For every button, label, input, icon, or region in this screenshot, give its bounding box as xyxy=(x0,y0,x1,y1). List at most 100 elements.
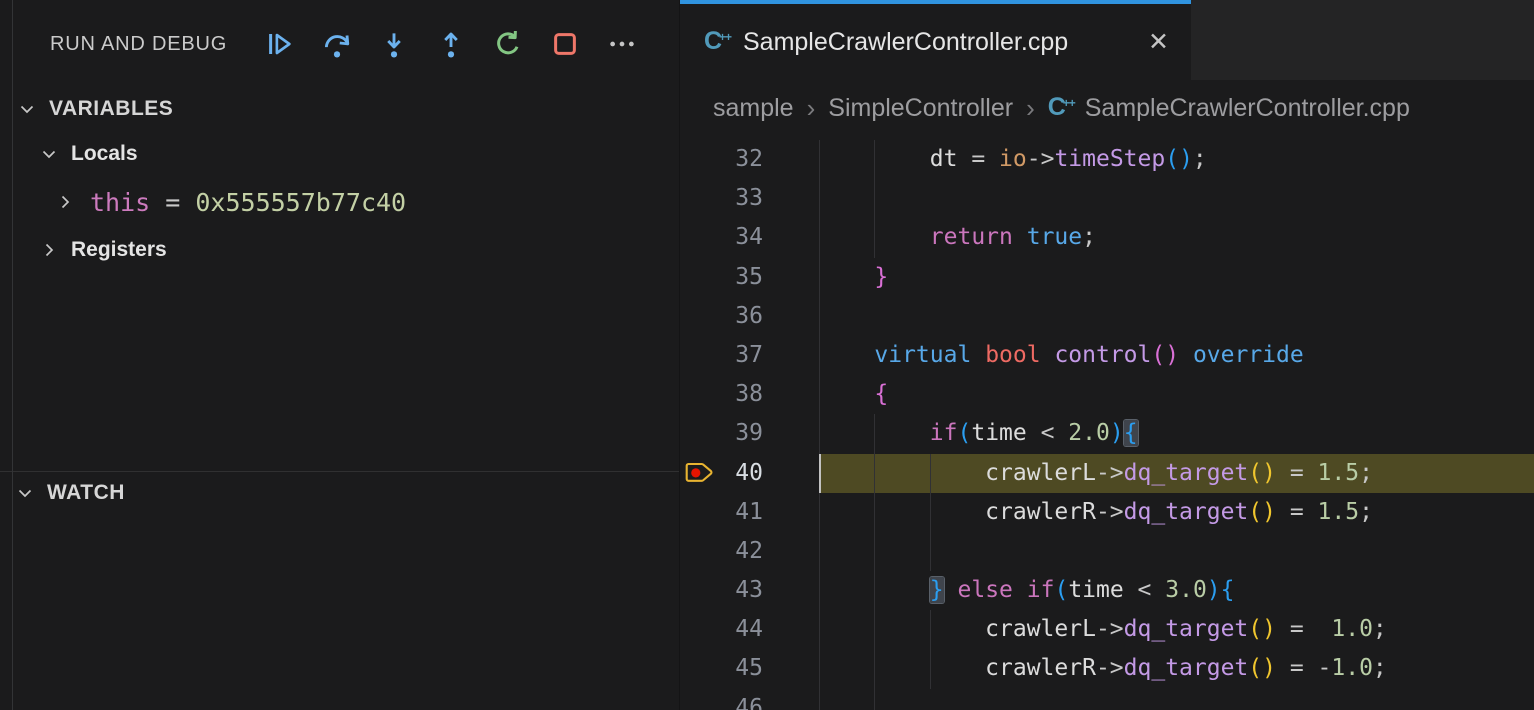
watch-panel: WATCH xyxy=(0,472,679,710)
code-token: -> xyxy=(1096,460,1124,486)
code-token: () xyxy=(1165,146,1193,172)
chevron-right-icon xyxy=(40,241,58,259)
code-line-content: crawlerL->dq_target() = 1.5; xyxy=(819,454,1534,493)
line-number[interactable]: 40 xyxy=(680,454,819,493)
code-token: override xyxy=(1193,342,1304,368)
locals-tree-item[interactable]: Locals xyxy=(0,130,679,178)
indent-guide xyxy=(930,532,931,571)
registers-label: Registers xyxy=(71,238,167,262)
code-token: = xyxy=(957,146,999,172)
step-over-button[interactable] xyxy=(322,29,352,59)
code-line: 46 xyxy=(680,689,1534,710)
restart-button[interactable] xyxy=(493,29,523,59)
close-icon[interactable]: ✕ xyxy=(1148,30,1169,55)
line-number[interactable]: 46 xyxy=(680,689,819,710)
sidebar-left-edge xyxy=(12,0,13,710)
code-token: time xyxy=(971,420,1026,446)
this-variable-item[interactable]: this = 0x555557b77c40 xyxy=(0,178,679,226)
continue-button[interactable] xyxy=(265,29,295,59)
indent-guide xyxy=(874,571,875,610)
code-token: crawlerR xyxy=(985,499,1096,525)
restart-icon xyxy=(493,29,523,59)
more-actions-button[interactable] xyxy=(607,29,637,59)
line-number[interactable]: 39 xyxy=(680,414,819,453)
code-token xyxy=(944,577,958,603)
registers-tree-item[interactable]: Registers xyxy=(0,226,679,274)
code-token: io xyxy=(999,146,1027,172)
watch-section-header[interactable]: WATCH xyxy=(0,472,679,514)
code-token: () xyxy=(1248,499,1276,525)
code-area[interactable]: 32 dt = io->timeStep();3334 return true;… xyxy=(680,137,1534,710)
line-number[interactable]: 38 xyxy=(680,375,819,414)
code-token: return xyxy=(930,224,1013,250)
code-token: () xyxy=(1248,616,1276,642)
step-out-button[interactable] xyxy=(436,29,466,59)
line-number[interactable]: 32 xyxy=(680,140,819,179)
code-token: -> xyxy=(1096,655,1124,681)
line-number[interactable]: 42 xyxy=(680,532,819,571)
code-text: virtual bool control() override xyxy=(819,342,1304,368)
watch-header-label: WATCH xyxy=(47,481,125,505)
chevron-down-icon xyxy=(40,145,58,163)
code-line-content: crawlerR->dq_target() = -1.0; xyxy=(819,649,1534,688)
run-and-debug-title: RUN AND DEBUG xyxy=(50,33,227,56)
line-number[interactable]: 45 xyxy=(680,649,819,688)
stop-button[interactable] xyxy=(550,29,580,59)
code-token: < xyxy=(1027,420,1069,446)
line-number[interactable]: 43 xyxy=(680,571,819,610)
chevron-down-icon xyxy=(18,100,36,118)
code-token: { xyxy=(1221,577,1235,603)
variables-panel: VARIABLES Locals this = 0x555557b77c40 R… xyxy=(0,88,679,274)
line-number[interactable]: 36 xyxy=(680,297,819,336)
line-number[interactable]: 37 xyxy=(680,336,819,375)
locals-label: Locals xyxy=(71,142,138,166)
code-token: time xyxy=(1068,577,1123,603)
breadcrumb-file[interactable]: SampleCrawlerController.cpp xyxy=(1085,94,1410,123)
line-number[interactable]: 33 xyxy=(680,179,819,218)
step-into-button[interactable] xyxy=(379,29,409,59)
line-number[interactable]: 34 xyxy=(680,218,819,257)
indent-guide xyxy=(819,649,820,688)
variables-header-label: VARIABLES xyxy=(49,97,173,121)
code-token: dt xyxy=(930,146,958,172)
step-into-icon xyxy=(379,29,409,59)
code-token: 1.0 xyxy=(1331,616,1373,642)
code-line-content xyxy=(819,297,1534,336)
code-line: 38 { xyxy=(680,375,1534,414)
line-number[interactable]: 41 xyxy=(680,493,819,532)
stop-icon xyxy=(550,29,580,59)
code-token: virtual xyxy=(874,342,971,368)
line-number[interactable]: 44 xyxy=(680,610,819,649)
code-token: ( xyxy=(957,420,971,446)
code-text: } xyxy=(819,264,888,290)
variables-section-header[interactable]: VARIABLES xyxy=(0,88,679,130)
code-line: 35 } xyxy=(680,258,1534,297)
variable-value: 0x555557b77c40 xyxy=(195,188,406,217)
code-token: = - xyxy=(1276,655,1331,681)
code-line: 34 return true; xyxy=(680,218,1534,257)
code-token: < xyxy=(1124,577,1166,603)
code-text: crawlerL->dq_target() = 1.5; xyxy=(819,460,1373,486)
code-token xyxy=(1179,342,1193,368)
code-token: ; xyxy=(1193,146,1207,172)
indent-guide xyxy=(819,297,820,336)
code-token: control xyxy=(1054,342,1151,368)
cpp-file-icon: C++ xyxy=(1048,95,1075,122)
code-text: if(time < 2.0){ xyxy=(819,420,1138,446)
code-line: 43 } else if(time < 3.0){ xyxy=(680,571,1534,610)
code-line-content: } xyxy=(819,258,1534,297)
line-number[interactable]: 35 xyxy=(680,258,819,297)
code-text: crawlerR->dq_target() = 1.5; xyxy=(819,499,1373,525)
breadcrumb-folder[interactable]: sample xyxy=(713,94,794,123)
code-token: else xyxy=(958,577,1013,603)
chevron-right-icon xyxy=(56,193,74,211)
indent-guide xyxy=(819,375,820,414)
breadcrumb-subfolder[interactable]: SimpleController xyxy=(828,94,1013,123)
code-line: 45 crawlerR->dq_target() = -1.0; xyxy=(680,649,1534,688)
breakpoint-current-line-icon[interactable] xyxy=(685,460,716,487)
variable-name: this xyxy=(90,188,150,217)
indent-guide xyxy=(874,610,875,649)
code-token: dq_target xyxy=(1124,499,1249,525)
tab-samplecrawlercontroller[interactable]: C++ SampleCrawlerController.cpp ✕ xyxy=(680,0,1191,80)
code-token: if xyxy=(930,420,958,446)
